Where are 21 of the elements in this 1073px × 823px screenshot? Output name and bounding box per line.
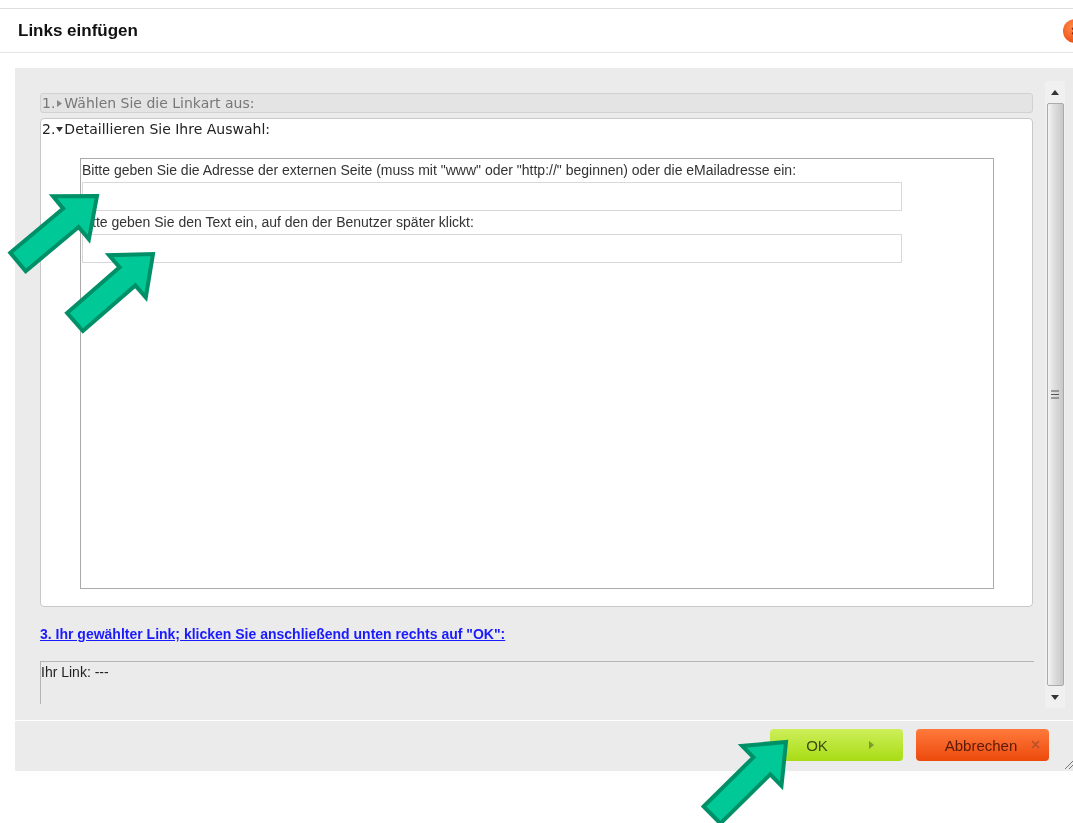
step-title[interactable]: Wählen Sie die Linkart aus: (64, 95, 255, 111)
dialog-title: Links einfügen (18, 20, 138, 41)
link-heading[interactable]: 3. Ihr gewählter Link; klicken Sie anschließend unten rechts auf "OK": (40, 626, 506, 642)
scroll-down-icon[interactable] (1051, 694, 1059, 700)
input-field[interactable] (82, 182, 902, 211)
scroll-up-icon[interactable] (1051, 89, 1059, 95)
caret-down-icon[interactable] (56, 125, 64, 133)
input-field[interactable] (82, 234, 902, 263)
cancel-button[interactable]: Abbrechen (916, 729, 1049, 761)
step-title[interactable]: Detaillieren Sie Ihre Auswahl: (64, 121, 270, 137)
scroll-thumb[interactable] (1046, 103, 1064, 686)
field-label: Bitte geben Sie die Adresse der externen Seite (muss mit "www" oder "http://" beginnen) oder die eMailadresse ein: (82, 162, 798, 178)
grip-icon (1051, 390, 1059, 399)
link-preview: Ihr Link: --- (40, 661, 1034, 704)
ok-button[interactable]: OK (770, 729, 903, 761)
resize-grip-icon[interactable] (1064, 760, 1073, 769)
caret-right-icon[interactable] (56, 99, 64, 107)
scrollbar[interactable] (1045, 81, 1065, 708)
close-icon (1031, 740, 1041, 750)
step-number: 1. (42, 95, 56, 111)
step-number: 2. (42, 121, 56, 137)
